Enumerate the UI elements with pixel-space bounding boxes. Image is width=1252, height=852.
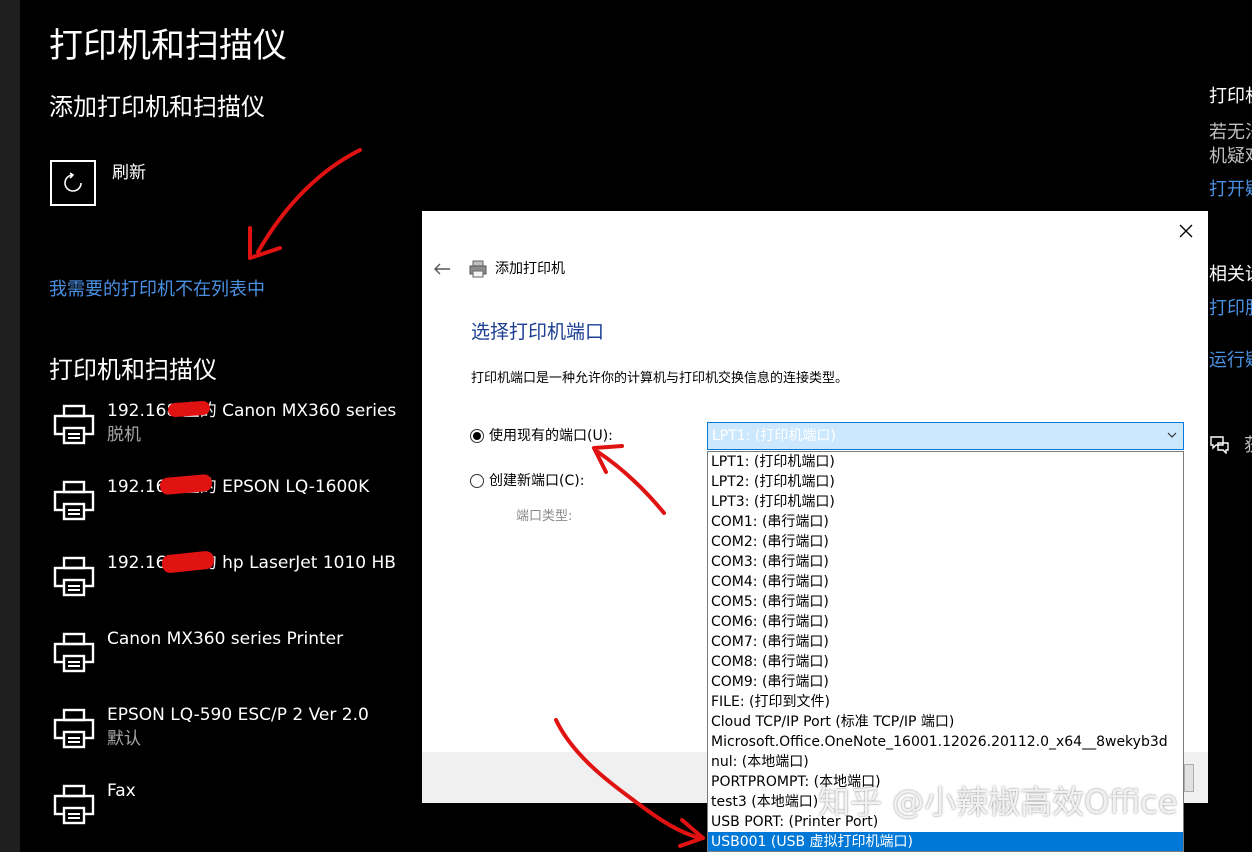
printer-name: 192.168 上的 Canon MX360 series: [107, 401, 397, 421]
close-button[interactable]: [1176, 221, 1196, 241]
printer-name: Canon MX360 series Printer: [107, 629, 344, 649]
printer-name: Fax: [107, 781, 136, 801]
side-print-server-link[interactable]: 打印服: [1209, 297, 1252, 321]
arrow-left-icon: [434, 263, 450, 275]
printer-icon: [53, 784, 95, 825]
printer-status: 默认: [107, 729, 141, 749]
port-option[interactable]: COM6: (串行端口): [708, 612, 1183, 632]
port-option[interactable]: COM5: (串行端口): [708, 592, 1183, 612]
printer-not-listed-link[interactable]: 我需要的打印机不在列表中: [49, 277, 265, 303]
dialog-title: 添加打印机: [495, 261, 565, 277]
port-option[interactable]: FILE: (打印到文件): [708, 692, 1183, 712]
port-option[interactable]: nul: (本地端口): [708, 752, 1183, 772]
next-button[interactable]: [1184, 764, 1194, 792]
port-option[interactable]: LPT2: (打印机端口): [708, 472, 1183, 492]
printer-name: 192.168 上的 hp LaserJet 1010 HB: [107, 553, 396, 573]
chevron-down-icon: [1167, 432, 1177, 438]
port-option[interactable]: COM8: (串行端口): [708, 652, 1183, 672]
refresh-label[interactable]: 刷新: [112, 161, 146, 185]
create-new-port-option[interactable]: 创建新端口(C):: [470, 471, 584, 491]
use-existing-port-label: 使用现有的端口(U):: [489, 428, 613, 444]
port-option[interactable]: COM9: (串行端口): [708, 672, 1183, 692]
printer-item[interactable]: 192.168 上的 EPSON LQ-1600K: [50, 475, 430, 531]
use-existing-port-option[interactable]: 使用现有的端口(U):: [470, 426, 613, 446]
port-option[interactable]: LPT1: (打印机端口): [708, 452, 1183, 472]
printer-icon: [53, 480, 95, 521]
printer-item[interactable]: 192.168 上的 Canon MX360 series 脱机: [50, 399, 430, 455]
arrow-annotation: [248, 226, 282, 260]
back-button[interactable]: [432, 259, 452, 279]
port-select[interactable]: LPT1: (打印机端口): [707, 422, 1184, 450]
side-help-text-1: 若无法: [1209, 122, 1252, 143]
refresh-icon: [64, 172, 82, 192]
page-title: 打印机和扫描仪: [49, 26, 287, 66]
printer-icon: [53, 708, 95, 749]
printer-name: EPSON LQ-590 ESC/P 2 Ver 2.0: [107, 705, 369, 725]
printers-list-heading: 打印机和扫描仪: [49, 356, 217, 384]
redaction-mark: [167, 400, 211, 418]
port-option[interactable]: COM4: (串行端口): [708, 572, 1183, 592]
dialog-description: 打印机端口是一种允许你的计算机与打印机交换信息的连接类型。: [471, 371, 849, 386]
watermark: 知乎 @小辣椒高效Office: [818, 783, 1178, 821]
port-option[interactable]: COM1: (串行端口): [708, 512, 1183, 532]
printer-name: 192.168 上的 EPSON LQ-1600K: [107, 477, 370, 497]
port-option[interactable]: Cloud TCP/IP Port (标准 TCP/IP 端口): [708, 712, 1183, 732]
side-related-heading: 相关设: [1209, 264, 1252, 285]
arrow-annotation: [678, 818, 705, 848]
port-option[interactable]: COM3: (串行端口): [708, 552, 1183, 572]
printer-icon: [53, 404, 95, 445]
printer-icon: [469, 260, 487, 278]
printer-item[interactable]: Fax: [50, 779, 430, 835]
create-new-port-label: 创建新端口(C):: [489, 473, 585, 489]
chat-icon[interactable]: [1209, 434, 1231, 454]
printer-item[interactable]: EPSON LQ-590 ESC/P 2 Ver 2.0 默认: [50, 703, 430, 759]
port-option[interactable]: USB001 (USB 虚拟打印机端口): [708, 832, 1183, 851]
printer-status: 脱机: [107, 425, 141, 445]
side-run-troubleshoot-link[interactable]: 运行疑: [1209, 349, 1252, 373]
printer-item[interactable]: Canon MX360 series Printer: [50, 627, 430, 683]
add-printers-heading: 添加打印机和扫描仪: [49, 93, 265, 121]
printer-icon: [53, 632, 95, 673]
use-existing-port-radio[interactable]: [470, 429, 484, 443]
left-edge-strip: [0, 0, 20, 852]
dialog-heading: 选择打印机端口: [471, 321, 605, 343]
port-select-value: LPT1: (打印机端口): [712, 428, 836, 444]
printer-item[interactable]: 192.168 上的 hp LaserJet 1010 HB: [50, 551, 430, 607]
port-option[interactable]: Microsoft.Office.OneNote_16001.12026.201…: [708, 732, 1183, 752]
create-new-port-radio[interactable]: [470, 474, 484, 488]
port-option[interactable]: LPT3: (打印机端口): [708, 492, 1183, 512]
close-icon: [1179, 224, 1193, 238]
refresh-button[interactable]: [50, 160, 96, 206]
port-type-label: 端口类型:: [516, 509, 573, 524]
side-printer-heading: 打印机: [1209, 86, 1252, 107]
port-option[interactable]: COM7: (串行端口): [708, 632, 1183, 652]
side-feedback-link[interactable]: 获: [1244, 434, 1252, 458]
port-option[interactable]: COM2: (串行端口): [708, 532, 1183, 552]
side-help-text-2: 机疑难: [1209, 146, 1252, 167]
printer-icon: [53, 556, 95, 597]
side-troubleshoot-link[interactable]: 打开疑: [1209, 178, 1252, 202]
arrow-annotation: [256, 148, 362, 254]
